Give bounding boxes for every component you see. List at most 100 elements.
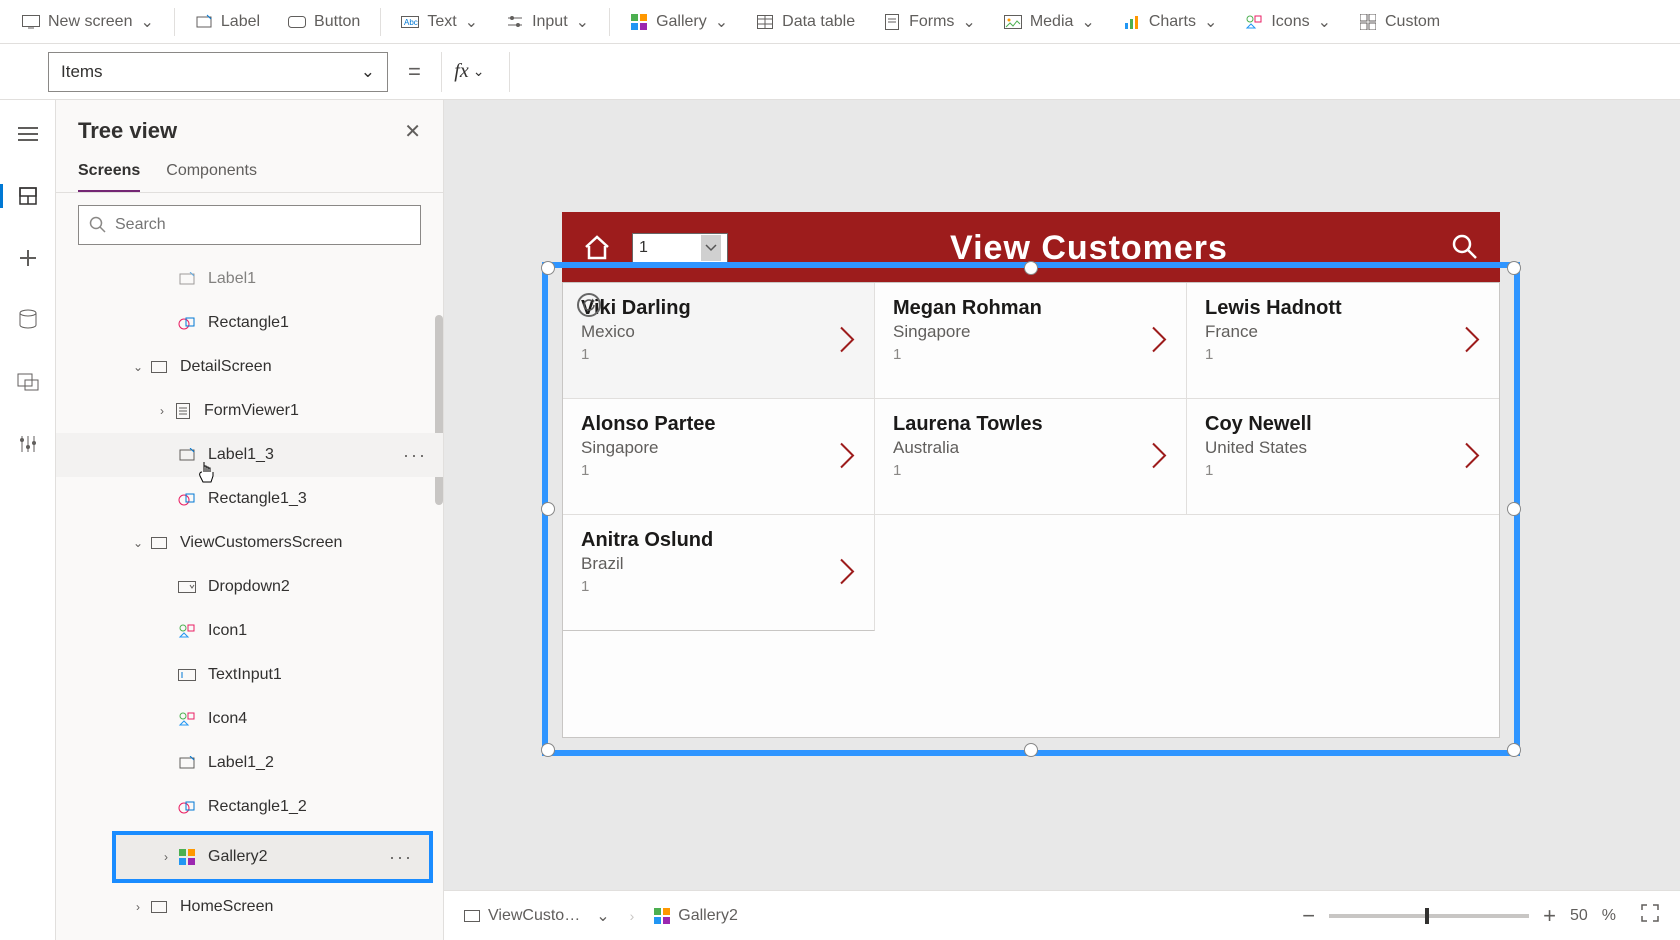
forms-button[interactable]: Forms ⌄ bbox=[871, 6, 988, 38]
data-rail-button[interactable] bbox=[8, 300, 48, 340]
zoom-out-button[interactable]: − bbox=[1302, 903, 1315, 929]
chevron-down-icon: ⌄ bbox=[962, 12, 975, 32]
screen-icon bbox=[22, 13, 40, 31]
resize-handle[interactable] bbox=[541, 502, 555, 516]
search-input[interactable] bbox=[78, 205, 421, 245]
label-icon bbox=[176, 444, 198, 466]
resize-handle[interactable] bbox=[1507, 261, 1521, 275]
media-rail-button[interactable] bbox=[8, 362, 48, 402]
chevron-right-icon[interactable] bbox=[1150, 440, 1168, 473]
resize-handle[interactable] bbox=[1507, 502, 1521, 516]
breadcrumb-control[interactable]: Gallery2 bbox=[654, 907, 738, 925]
media-button[interactable]: Media ⌄ bbox=[992, 6, 1107, 38]
tree-item-rectangle1[interactable]: Rectangle1 bbox=[56, 301, 443, 345]
gallery-item[interactable]: Lewis Hadnott France 1 bbox=[1187, 283, 1499, 399]
new-screen-button[interactable]: New screen ⌄ bbox=[10, 6, 166, 38]
input-button[interactable]: Input ⌄ bbox=[494, 6, 601, 38]
chevron-right-icon[interactable] bbox=[838, 556, 856, 589]
chevron-right-icon[interactable]: › bbox=[128, 900, 148, 914]
search-field[interactable] bbox=[115, 216, 410, 234]
chevron-right-icon[interactable]: › bbox=[152, 404, 172, 418]
tree-item-detailscreen[interactable]: ⌄ DetailScreen bbox=[56, 345, 443, 389]
chevron-down-icon[interactable]: ⌄ bbox=[128, 536, 148, 550]
resize-handle[interactable] bbox=[541, 743, 555, 757]
tree-item-textinput1[interactable]: TextInput1 bbox=[56, 653, 443, 697]
tree-item-icon1[interactable]: Icon1 bbox=[56, 609, 443, 653]
tree-item-label1[interactable]: Label1 bbox=[56, 257, 443, 301]
fit-screen-button[interactable] bbox=[1640, 903, 1660, 928]
chevron-down-icon[interactable]: ⌄ bbox=[128, 360, 148, 374]
chevron-right-icon[interactable]: › bbox=[156, 850, 176, 864]
gallery-item[interactable]: Laurena Towles Australia 1 bbox=[875, 399, 1187, 515]
resize-handle[interactable] bbox=[541, 261, 555, 275]
search-icon[interactable] bbox=[1450, 232, 1480, 265]
formula-bar: Items ⌄ = fx ⌄ bbox=[0, 44, 1680, 100]
formula-input[interactable] bbox=[509, 52, 1670, 92]
left-rail bbox=[0, 100, 56, 940]
resize-handle[interactable] bbox=[1507, 743, 1521, 757]
tree-item-icon4[interactable]: Icon4 bbox=[56, 697, 443, 741]
tree-item-formviewer1[interactable]: › FormViewer1 bbox=[56, 389, 443, 433]
tab-screens[interactable]: Screens bbox=[78, 154, 140, 192]
chevron-down-icon: ⌄ bbox=[596, 906, 609, 926]
tree-item-documentation[interactable]: › Documentation bbox=[56, 929, 443, 940]
tree-item-homescreen[interactable]: › HomeScreen bbox=[56, 885, 443, 929]
label-icon bbox=[176, 268, 198, 290]
chevron-right-icon[interactable] bbox=[1463, 324, 1481, 357]
dropdown-control[interactable]: 1 bbox=[632, 233, 728, 263]
gallery-control[interactable]: Viki Darling Mexico 1 Megan Rohman Singa… bbox=[562, 282, 1500, 738]
insert-rail-button[interactable] bbox=[8, 238, 48, 278]
tree-item-gallery2[interactable]: › Gallery2 ··· bbox=[116, 835, 429, 879]
icons-button[interactable]: Icons ⌄ bbox=[1233, 6, 1343, 38]
tab-components[interactable]: Components bbox=[166, 154, 257, 192]
app-preview: 1 View Customers bbox=[562, 212, 1500, 284]
more-button[interactable]: ··· bbox=[389, 847, 413, 868]
gallery-item[interactable]: Alonso Partee Singapore 1 bbox=[563, 399, 875, 515]
button-button[interactable]: Button bbox=[276, 7, 372, 37]
chevron-right-icon[interactable] bbox=[838, 324, 856, 357]
gallery-item[interactable]: Coy Newell United States 1 bbox=[1187, 399, 1499, 515]
hamburger-button[interactable] bbox=[8, 114, 48, 154]
resize-handle[interactable] bbox=[1024, 743, 1038, 757]
zoom-slider[interactable] bbox=[1329, 914, 1529, 918]
tree-item-dropdown2[interactable]: Dropdown2 bbox=[56, 565, 443, 609]
breadcrumb-screen[interactable]: ViewCusto… ⌄ bbox=[464, 906, 610, 926]
customer-name: Lewis Hadnott bbox=[1205, 297, 1481, 320]
home-icon[interactable] bbox=[582, 233, 612, 264]
label-button[interactable]: Label bbox=[183, 7, 272, 37]
datatable-button[interactable]: Data table bbox=[744, 7, 867, 37]
chevron-down-icon: ⌄ bbox=[576, 12, 589, 32]
more-button[interactable]: ··· bbox=[403, 445, 427, 466]
canvas[interactable]: 1 View Customers Viki Darling Mexico 1 M… bbox=[444, 100, 1680, 940]
chevron-down-icon: ⌄ bbox=[1081, 12, 1094, 32]
chevron-right-icon[interactable] bbox=[1463, 440, 1481, 473]
tree-view-rail-button[interactable] bbox=[8, 176, 48, 216]
text-button[interactable]: Abc Text ⌄ bbox=[389, 6, 490, 38]
gallery-item[interactable]: Viki Darling Mexico 1 bbox=[563, 283, 875, 399]
tree-view-title: Tree view bbox=[78, 118, 177, 144]
gallery-item[interactable]: Megan Rohman Singapore 1 bbox=[875, 283, 1187, 399]
tree-item-rectangle1-2[interactable]: Rectangle1_2 bbox=[56, 785, 443, 829]
custom-button[interactable]: Custom bbox=[1347, 7, 1452, 37]
customer-name: Viki Darling bbox=[581, 297, 856, 320]
refresh-icon[interactable] bbox=[577, 293, 601, 317]
gallery-button[interactable]: Gallery ⌄ bbox=[618, 6, 740, 38]
advanced-rail-button[interactable] bbox=[8, 424, 48, 464]
tree-item-rectangle1-3[interactable]: Rectangle1_3 bbox=[56, 477, 443, 521]
chevron-right-icon[interactable] bbox=[1150, 324, 1168, 357]
app-title: View Customers bbox=[748, 229, 1430, 268]
zoom-in-button[interactable]: + bbox=[1543, 903, 1556, 929]
slider-thumb[interactable] bbox=[1425, 908, 1429, 924]
tree-item-viewcustomersscreen[interactable]: ⌄ ViewCustomersScreen bbox=[56, 521, 443, 565]
fx-button[interactable]: fx ⌄ bbox=[441, 52, 497, 92]
tree-item-label1-3[interactable]: Label1_3 ··· bbox=[56, 433, 443, 477]
charts-button[interactable]: Charts ⌄ bbox=[1111, 6, 1230, 38]
customer-country: France bbox=[1205, 322, 1481, 342]
tree-list[interactable]: Label1 Rectangle1 ⌄ DetailScreen › FormV… bbox=[56, 257, 443, 940]
gallery-item[interactable]: Anitra Oslund Brazil 1 bbox=[563, 515, 875, 631]
chevron-right-icon[interactable] bbox=[838, 440, 856, 473]
icons-icon bbox=[1245, 13, 1263, 31]
property-selector[interactable]: Items ⌄ bbox=[48, 52, 388, 92]
close-icon[interactable]: ✕ bbox=[404, 119, 421, 144]
tree-item-label1-2[interactable]: Label1_2 bbox=[56, 741, 443, 785]
